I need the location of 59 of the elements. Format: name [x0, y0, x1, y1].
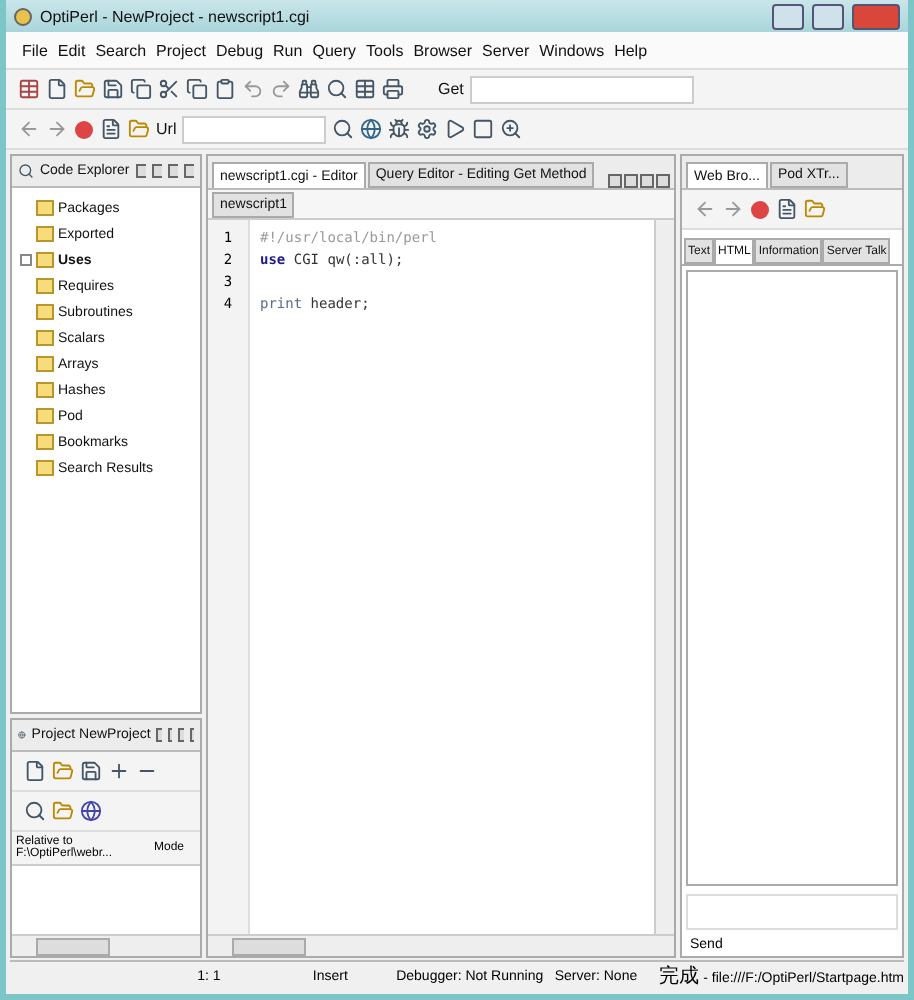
- menu-item[interactable]: Edit: [57, 41, 86, 59]
- bug-icon[interactable]: [388, 118, 411, 140]
- forward-icon[interactable]: [722, 198, 744, 220]
- search-icon[interactable]: [332, 118, 355, 140]
- open-folder-icon[interactable]: [52, 760, 74, 782]
- back-icon[interactable]: [18, 118, 40, 140]
- maximize-button[interactable]: [812, 3, 844, 29]
- grid-icon[interactable]: [18, 78, 40, 100]
- settings-icon[interactable]: [416, 118, 439, 140]
- menu-item[interactable]: File: [22, 41, 48, 59]
- method-label: Get: [438, 80, 464, 98]
- globe-icon[interactable]: [360, 118, 383, 140]
- stop-square-icon[interactable]: [472, 118, 495, 140]
- scrollbar[interactable]: [12, 934, 200, 956]
- new-file-icon[interactable]: [46, 78, 68, 100]
- folder-icon[interactable]: [804, 198, 826, 220]
- close-button[interactable]: [852, 3, 900, 29]
- minimize-button[interactable]: [772, 3, 804, 29]
- globe-icon[interactable]: [80, 800, 102, 822]
- scrollbar[interactable]: [654, 220, 674, 934]
- menu-item[interactable]: Tools: [366, 41, 404, 59]
- menu-item[interactable]: Windows: [539, 41, 605, 59]
- save-icon[interactable]: [80, 760, 102, 782]
- run-icon[interactable]: [444, 118, 467, 140]
- scrollbar[interactable]: [208, 934, 674, 956]
- page-icon[interactable]: [776, 198, 798, 220]
- paste-icon[interactable]: [214, 78, 236, 100]
- print-icon[interactable]: [382, 78, 404, 100]
- page-icon[interactable]: [100, 118, 122, 140]
- menu-item[interactable]: Project: [156, 41, 206, 59]
- search-icon[interactable]: [24, 800, 46, 822]
- window-title: OptiPerl - NewProject - newscript1.cgi: [40, 7, 312, 25]
- app-icon: [14, 7, 32, 25]
- menu-item[interactable]: Browser: [413, 41, 473, 59]
- copy-icon[interactable]: [186, 78, 208, 100]
- forward-icon[interactable]: [46, 118, 68, 140]
- open-folder-icon[interactable]: [74, 78, 96, 100]
- menu-item[interactable]: Debug: [215, 41, 264, 59]
- stop-icon[interactable]: [74, 119, 94, 139]
- table-icon[interactable]: [354, 78, 376, 100]
- send-field[interactable]: [686, 894, 898, 930]
- back-icon[interactable]: [694, 198, 716, 220]
- new-file-icon[interactable]: [24, 760, 46, 782]
- cut-icon[interactable]: [158, 78, 180, 100]
- menu-item[interactable]: Query: [312, 41, 357, 59]
- menu-item[interactable]: Search: [95, 41, 147, 59]
- menu-item[interactable]: Help: [614, 41, 648, 59]
- add-icon[interactable]: [108, 760, 130, 782]
- menu-item[interactable]: Server: [482, 41, 530, 59]
- find-icon[interactable]: [298, 78, 320, 100]
- expand-icon[interactable]: [20, 254, 32, 266]
- save-icon[interactable]: [102, 78, 124, 100]
- url-label: Url: [156, 120, 177, 138]
- menu-item[interactable]: Run: [273, 41, 303, 59]
- zoom-icon[interactable]: [500, 118, 523, 140]
- url-field[interactable]: [182, 115, 327, 143]
- stop-icon[interactable]: [750, 199, 770, 219]
- method-field[interactable]: [469, 75, 694, 103]
- folder-icon[interactable]: [128, 118, 150, 140]
